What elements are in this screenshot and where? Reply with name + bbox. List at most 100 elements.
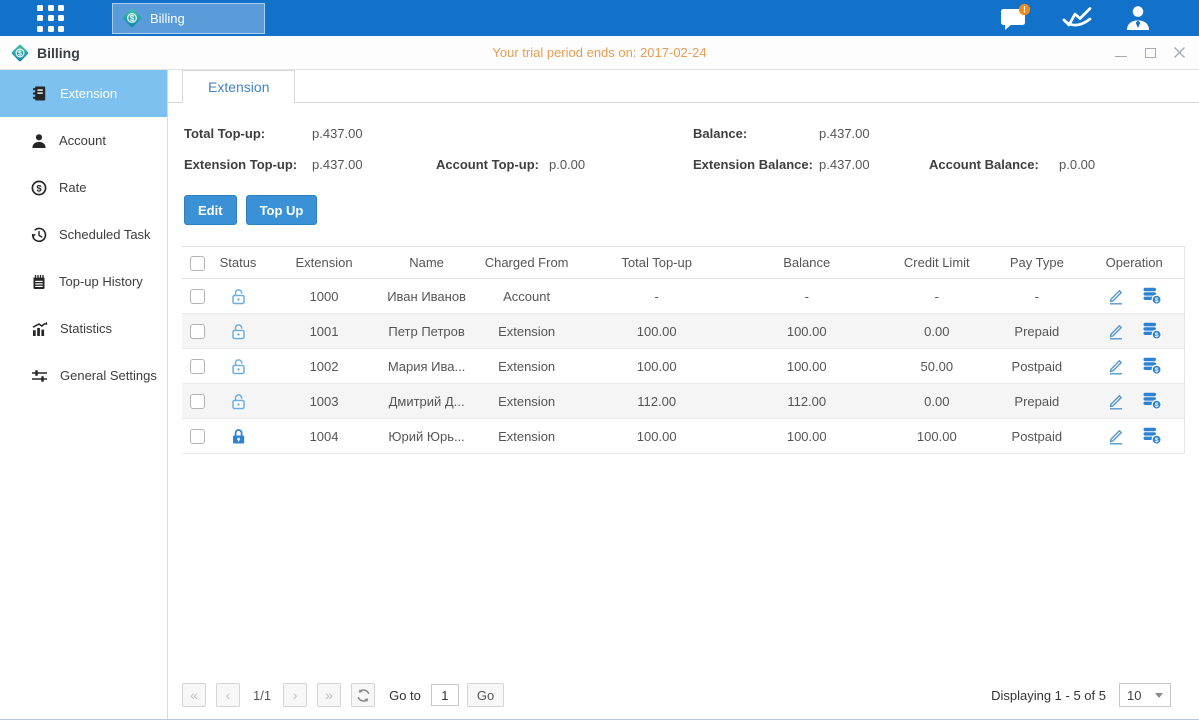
sidebar-item-label: Extension bbox=[60, 86, 117, 101]
total-topup-cell: 112.00 bbox=[584, 384, 729, 419]
next-page-button[interactable]: › bbox=[283, 683, 307, 707]
svg-text:$: $ bbox=[1154, 297, 1158, 304]
sidebar-item-topup-history[interactable]: Top-up History bbox=[0, 258, 167, 305]
edit-row-icon[interactable] bbox=[1107, 392, 1125, 410]
topup-row-icon[interactable]: $ bbox=[1142, 427, 1162, 445]
billing-diamond-icon: $ bbox=[10, 43, 30, 63]
taskbar-tab-label: Billing bbox=[150, 11, 185, 26]
topbar: $ Billing ! bbox=[0, 0, 1199, 36]
edit-row-icon[interactable] bbox=[1107, 427, 1125, 445]
refresh-button[interactable] bbox=[351, 683, 375, 707]
top-up-button[interactable]: Top Up bbox=[246, 195, 318, 225]
edit-row-icon[interactable] bbox=[1107, 322, 1125, 340]
extension-cell: 1001 bbox=[264, 314, 384, 349]
ledger-icon bbox=[31, 85, 48, 102]
total-topup-cell: 100.00 bbox=[584, 314, 729, 349]
minimize-button[interactable] bbox=[1114, 46, 1128, 60]
name-cell: Петр Петров bbox=[384, 314, 469, 349]
person-icon bbox=[31, 133, 47, 149]
row-checkbox[interactable] bbox=[190, 324, 205, 339]
sliders-icon bbox=[31, 369, 48, 383]
topup-row-icon[interactable]: $ bbox=[1142, 322, 1162, 340]
total-topup-cell: - bbox=[584, 279, 729, 314]
topup-row-icon[interactable]: $ bbox=[1142, 357, 1162, 375]
table-header-row: Status Extension Name Charged From Total… bbox=[182, 247, 1185, 279]
billing-diamond-icon: $ bbox=[121, 7, 143, 29]
dollar-circle-icon: $ bbox=[31, 180, 47, 196]
edit-row-icon[interactable] bbox=[1107, 357, 1125, 375]
sidebar-item-general-settings[interactable]: General Settings bbox=[0, 352, 167, 399]
edit-button[interactable]: Edit bbox=[184, 195, 237, 225]
user-account-icon[interactable] bbox=[1123, 3, 1153, 33]
topup-row-icon[interactable]: $ bbox=[1142, 287, 1162, 305]
column-header-name: Name bbox=[384, 247, 469, 279]
name-cell: Мария Ива... bbox=[384, 349, 469, 384]
column-header-charged-from: Charged From bbox=[469, 247, 584, 279]
edit-row-icon[interactable] bbox=[1107, 287, 1125, 305]
charged-from-cell: Account bbox=[469, 279, 584, 314]
svg-text:$: $ bbox=[1154, 367, 1158, 374]
extension-cell: 1004 bbox=[264, 419, 384, 454]
unlocked-icon bbox=[229, 287, 248, 302]
name-cell: Иван Иванов bbox=[384, 279, 469, 314]
goto-page-input[interactable] bbox=[431, 684, 459, 706]
tab-extension[interactable]: Extension bbox=[182, 70, 295, 103]
sidebar-item-scheduled-task[interactable]: Scheduled Task bbox=[0, 211, 167, 258]
sidebar-item-extension[interactable]: Extension bbox=[0, 70, 167, 117]
taskbar-tab-billing[interactable]: $ Billing bbox=[112, 3, 265, 34]
balance-cell: 100.00 bbox=[729, 349, 884, 384]
topup-row-icon[interactable]: $ bbox=[1142, 392, 1162, 410]
row-checkbox[interactable] bbox=[190, 429, 205, 444]
pay-type-cell: - bbox=[989, 279, 1084, 314]
unlocked-icon bbox=[229, 392, 248, 407]
pay-type-cell: Postpaid bbox=[989, 349, 1084, 384]
pay-type-cell: Prepaid bbox=[989, 314, 1084, 349]
balance-cell: 100.00 bbox=[729, 419, 884, 454]
row-checkbox[interactable] bbox=[190, 394, 205, 409]
extension-balance-label: Extension Balance: bbox=[693, 157, 813, 172]
extension-table: Status Extension Name Charged From Total… bbox=[182, 246, 1185, 454]
total-topup-cell: 100.00 bbox=[584, 419, 729, 454]
svg-text:$: $ bbox=[36, 183, 42, 194]
pay-type-cell: Prepaid bbox=[989, 384, 1084, 419]
balance-cell: - bbox=[729, 279, 884, 314]
charged-from-cell: Extension bbox=[469, 349, 584, 384]
app-launcher-grid-icon[interactable] bbox=[37, 5, 68, 32]
charged-from-cell: Extension bbox=[469, 384, 584, 419]
resource-monitor-chart-icon[interactable] bbox=[1061, 5, 1093, 31]
sidebar-item-label: General Settings bbox=[60, 368, 157, 383]
messages-icon[interactable]: ! bbox=[998, 3, 1031, 33]
column-header-pay-type: Pay Type bbox=[989, 247, 1084, 279]
extension-balance-value: p.437.00 bbox=[819, 157, 870, 172]
column-header-extension: Extension bbox=[264, 247, 384, 279]
row-checkbox[interactable] bbox=[190, 359, 205, 374]
last-page-button[interactable]: » bbox=[317, 683, 341, 707]
table-row: 1000Иван ИвановAccount----$ bbox=[182, 279, 1185, 314]
chevron-down-icon bbox=[1155, 693, 1163, 698]
sidebar-item-label: Statistics bbox=[60, 321, 112, 336]
sidebar-item-statistics[interactable]: Statistics bbox=[0, 305, 167, 352]
unlocked-icon bbox=[229, 357, 248, 372]
account-topup-value: p.0.00 bbox=[549, 157, 585, 172]
pay-type-cell: Postpaid bbox=[989, 419, 1084, 454]
select-all-checkbox[interactable] bbox=[190, 256, 205, 271]
prev-page-button[interactable]: ‹ bbox=[216, 683, 240, 707]
sidebar-item-account[interactable]: Account bbox=[0, 117, 167, 164]
charged-from-cell: Extension bbox=[469, 314, 584, 349]
go-button[interactable]: Go bbox=[467, 683, 504, 707]
extension-topup-value: p.437.00 bbox=[312, 157, 363, 172]
page-size-select[interactable]: 10 bbox=[1119, 683, 1171, 707]
close-button[interactable] bbox=[1172, 46, 1186, 60]
name-cell: Дмитрий Д... bbox=[384, 384, 469, 419]
extension-cell: 1002 bbox=[264, 349, 384, 384]
column-header-total-topup: Total Top-up bbox=[584, 247, 729, 279]
credit-limit-cell: 0.00 bbox=[884, 314, 989, 349]
displaying-text: Displaying 1 - 5 of 5 bbox=[991, 688, 1106, 703]
table-body: 1000Иван ИвановAccount----$1001Петр Петр… bbox=[182, 279, 1185, 454]
sidebar: Extension Account $ Rate bbox=[0, 70, 168, 719]
row-checkbox[interactable] bbox=[190, 289, 205, 304]
maximize-button[interactable] bbox=[1143, 46, 1157, 60]
charged-from-cell: Extension bbox=[469, 419, 584, 454]
first-page-button[interactable]: « bbox=[182, 683, 206, 707]
sidebar-item-rate[interactable]: $ Rate bbox=[0, 164, 167, 211]
